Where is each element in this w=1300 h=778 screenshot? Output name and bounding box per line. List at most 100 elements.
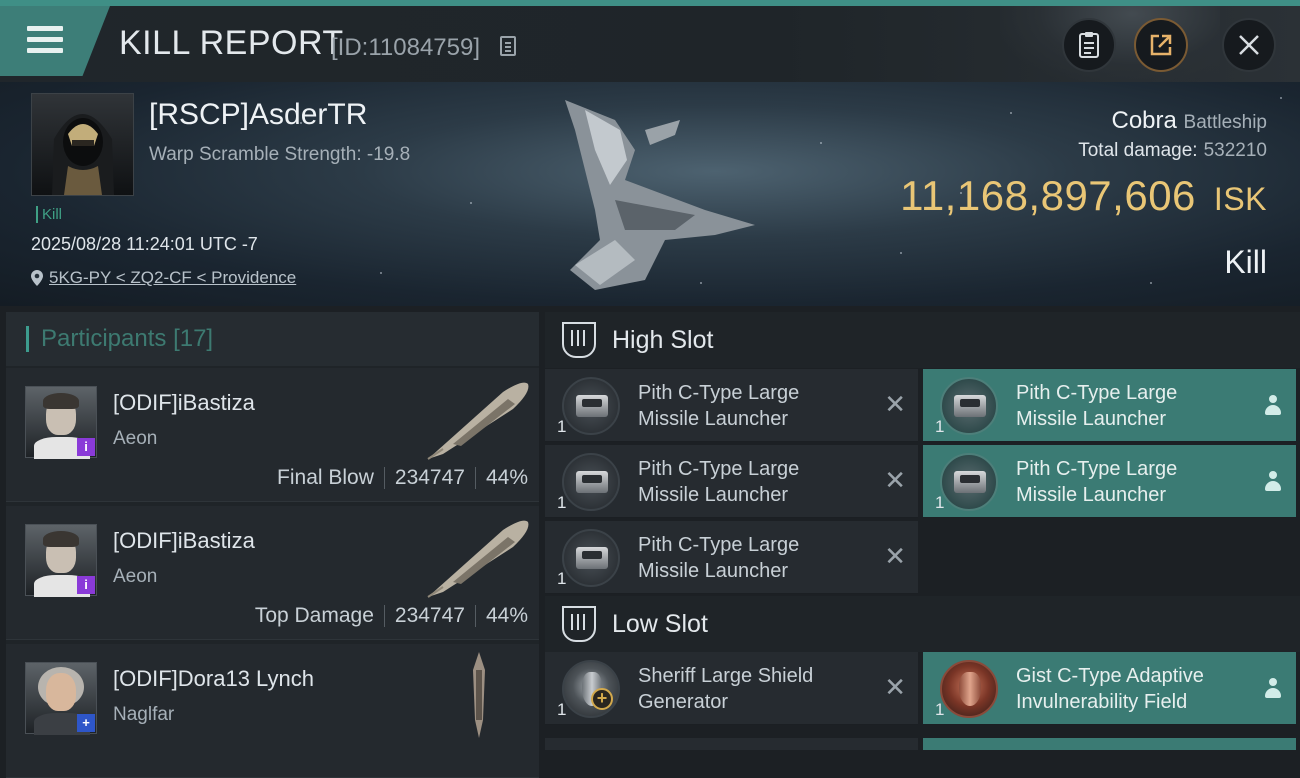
participant-name: [ODIF]iBastiza xyxy=(113,390,255,415)
destroyed-icon: ✕ xyxy=(884,389,906,419)
module-item-partial[interactable] xyxy=(923,738,1296,750)
destroyed-icon: ✕ xyxy=(884,541,906,571)
destroyed-icon: ✕ xyxy=(884,465,906,495)
participant-ship: Aeon xyxy=(113,428,158,449)
participant-stats: Final Blow 234747 44% xyxy=(277,466,528,490)
isk-value: 11,168,897,606 ISK xyxy=(900,172,1267,220)
module-item[interactable]: 1 Pith C-Type Large Missile Launcher xyxy=(923,445,1296,518)
participant-name: [ODIF]iBastiza xyxy=(113,528,255,553)
page-title: KILL REPORT xyxy=(119,24,344,62)
module-name: Pith C-Type Large Missile Launcher xyxy=(638,382,800,430)
report-id: [ID:11084759] xyxy=(331,34,481,61)
participant-stats: Top Damage 234747 44% xyxy=(255,604,528,628)
low-slot-icon xyxy=(562,606,596,642)
module-item[interactable]: 1 Pith C-Type Large Missile Launcher ✕ xyxy=(545,521,918,594)
destroyed-icon: ✕ xyxy=(884,672,906,702)
missile-launcher-icon xyxy=(562,453,620,511)
kill-location-link[interactable]: 5KG-PY < ZQ2-CF < Providence xyxy=(31,268,296,288)
victim-ship: Cobra Battleship xyxy=(1112,107,1268,135)
module-quantity: 1 xyxy=(935,417,945,436)
participant-row[interactable]: i [ODIF]iBastiza Aeon Final Blow 234747 … xyxy=(6,368,539,502)
module-item[interactable]: 1 Pith C-Type Large Missile Launcher ✕ xyxy=(545,445,918,518)
shield-generator-icon xyxy=(562,660,620,718)
participants-count: [17] xyxy=(173,325,214,352)
rank-badge-icon: i xyxy=(77,438,95,456)
participant-ship-image xyxy=(473,652,485,738)
module-quantity: 1 xyxy=(557,700,567,719)
location-pin-icon xyxy=(31,270,43,286)
kill-datetime: 2025/08/28 11:24:01 UTC -7 xyxy=(31,234,258,254)
clipboard-icon xyxy=(1079,32,1099,58)
participant-percent: 44% xyxy=(485,466,528,489)
module-name: Pith C-Type Large Missile Launcher xyxy=(638,534,800,582)
participant-avatar: + xyxy=(25,662,97,735)
participant-name: [ODIF]Dora13 Lynch xyxy=(113,666,314,691)
module-quantity: 1 xyxy=(557,569,567,588)
isk-amount: 11,168,897,606 xyxy=(900,172,1196,219)
module-name: Gist C-Type Adaptive Invulnerability Fie… xyxy=(1016,665,1204,713)
participant-ship: Aeon xyxy=(113,566,158,587)
isk-unit: ISK xyxy=(1213,181,1267,217)
module-name: Pith C-Type Large Missile Launcher xyxy=(1016,382,1178,430)
module-name: Pith C-Type Large Missile Launcher xyxy=(1016,458,1178,506)
participant-ship: Naglfar xyxy=(113,704,175,725)
total-damage: Total damage: 532210 xyxy=(1078,140,1267,162)
module-item-partial[interactable] xyxy=(545,738,918,750)
participant-ship-image xyxy=(427,520,529,598)
participant-row[interactable]: + [ODIF]Dora13 Lynch Naglfar xyxy=(6,644,539,778)
ship-name[interactable]: Cobra xyxy=(1112,107,1177,134)
victim-banner: [RSCP]AsderTR Warp Scramble Strength: -1… xyxy=(0,82,1300,306)
module-item[interactable]: 1 Gist C-Type Adaptive Invulnerability F… xyxy=(923,652,1296,725)
low-slot-header: Low Slot xyxy=(545,596,1300,652)
menu-button[interactable] xyxy=(0,6,110,76)
location-text: 5KG-PY < ZQ2-CF < Providence xyxy=(49,268,297,287)
module-quantity: 1 xyxy=(557,417,567,436)
plus-badge-icon: + xyxy=(591,688,613,710)
participant-damage: 234747 xyxy=(394,604,465,627)
kill-result: Kill xyxy=(1224,244,1267,280)
participant-ship-image xyxy=(427,382,529,460)
missile-launcher-icon xyxy=(940,453,998,511)
dropped-person-icon xyxy=(1264,471,1282,493)
participant-role: Top Damage xyxy=(254,604,374,627)
dropped-person-icon xyxy=(1264,678,1282,700)
participant-avatar: i xyxy=(25,524,97,597)
ship-class: Battleship xyxy=(1183,112,1267,133)
low-slot-title: Low Slot xyxy=(612,609,708,638)
warp-scramble-strength: Warp Scramble Strength: -19.8 xyxy=(149,144,411,165)
dropped-person-icon xyxy=(1264,395,1282,417)
total-damage-label: Total damage: xyxy=(1078,140,1198,161)
kill-tag: Kill xyxy=(36,206,62,223)
share-button[interactable] xyxy=(1134,18,1188,72)
module-name: Sheriff Large Shield Generator xyxy=(638,665,814,713)
missile-launcher-icon xyxy=(562,377,620,435)
close-icon xyxy=(1239,35,1259,55)
high-slot-icon xyxy=(562,322,596,358)
module-item[interactable]: 1 Pith C-Type Large Missile Launcher ✕ xyxy=(545,369,918,442)
module-item[interactable]: + 1 Sheriff Large Shield Generator ✕ xyxy=(545,652,918,725)
module-quantity: 1 xyxy=(935,700,945,719)
participants-header[interactable]: Participants [17] xyxy=(6,312,539,366)
participants-label: Participants xyxy=(41,325,167,352)
victim-portrait[interactable] xyxy=(31,93,134,196)
clipboard-button[interactable] xyxy=(1062,18,1116,72)
participant-role: Final Blow xyxy=(277,466,374,489)
module-quantity: 1 xyxy=(935,493,945,512)
participant-percent: 44% xyxy=(485,604,528,627)
high-slot-header: High Slot xyxy=(545,312,1300,368)
participant-avatar: i xyxy=(25,386,97,459)
module-item[interactable]: 1 Pith C-Type Large Missile Launcher xyxy=(923,369,1296,442)
module-quantity: 1 xyxy=(557,493,567,512)
copy-id-icon[interactable] xyxy=(500,36,516,56)
participant-row[interactable]: i [ODIF]iBastiza Aeon Top Damage 234747 … xyxy=(6,506,539,640)
victim-ship-image xyxy=(565,100,755,290)
missile-launcher-icon xyxy=(562,529,620,587)
missile-launcher-icon xyxy=(940,377,998,435)
module-name: Pith C-Type Large Missile Launcher xyxy=(638,458,800,506)
rank-badge-icon: i xyxy=(77,576,95,594)
close-button[interactable] xyxy=(1222,18,1276,72)
victim-name[interactable]: [RSCP]AsderTR xyxy=(149,98,367,132)
participants-panel: Participants [17] i [ODIF]iBastiza Aeon … xyxy=(6,312,539,778)
rank-badge-icon: + xyxy=(77,714,95,732)
high-slot-title: High Slot xyxy=(612,325,714,354)
